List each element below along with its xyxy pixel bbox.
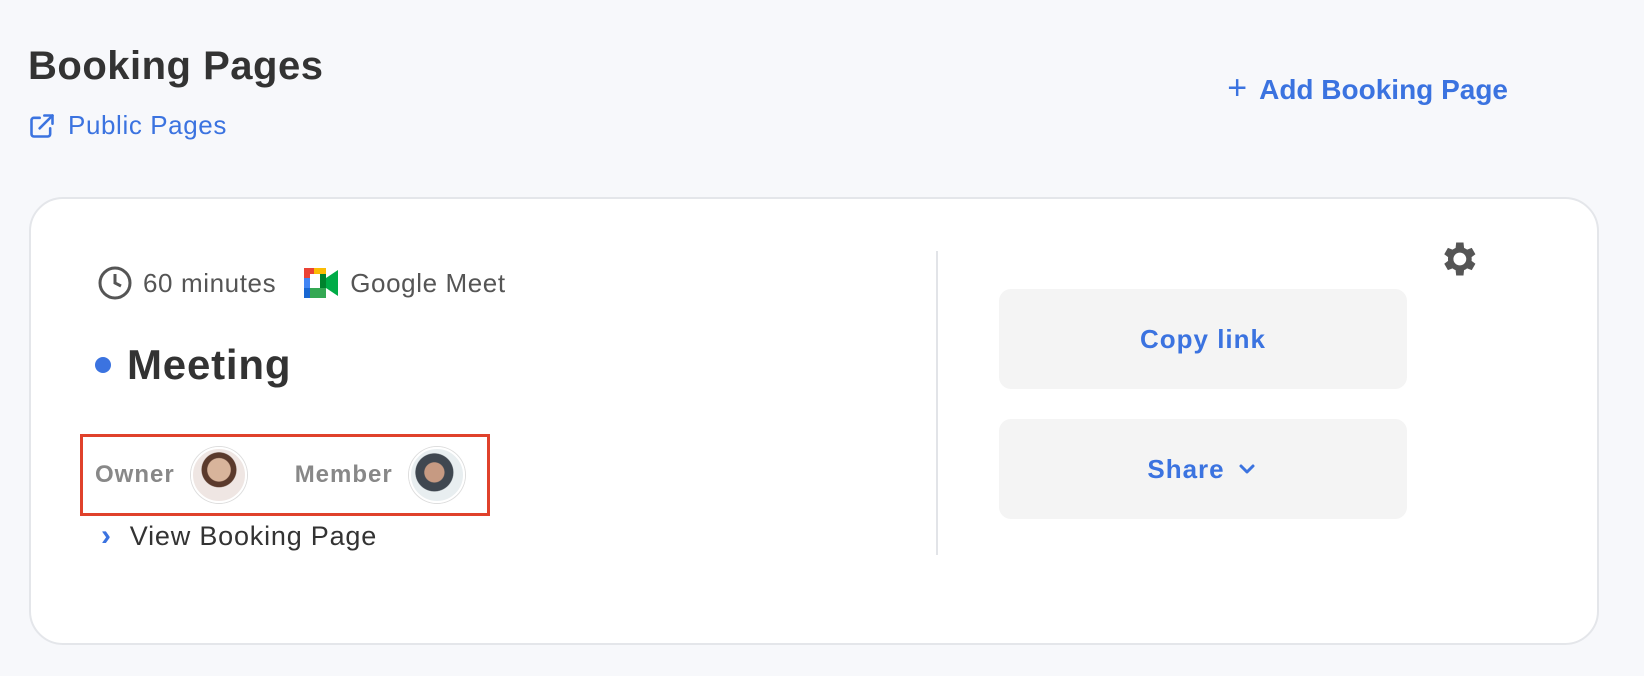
duration-text: 60 minutes (143, 267, 277, 298)
add-booking-page-button[interactable]: + Add Booking Page (1227, 69, 1508, 107)
meeting-title-row: Meeting (95, 341, 291, 389)
member-label: Member (294, 461, 393, 488)
view-booking-page-link[interactable]: › View Booking Page (101, 519, 377, 553)
participants-row: Owner Member (80, 434, 490, 516)
meeting-title: Meeting (127, 341, 292, 388)
member-avatar[interactable] (408, 447, 465, 503)
card-divider (936, 251, 938, 555)
chevron-right-icon: › (101, 519, 112, 552)
add-booking-page-label: Add Booking Page (1259, 74, 1508, 105)
public-pages-link[interactable]: Public Pages (28, 110, 227, 141)
booking-page-card: 60 minutes Google Meet Meeting Owner Mem… (29, 197, 1599, 645)
share-button[interactable]: Share (999, 419, 1407, 519)
conferencing-text: Google Meet (350, 267, 506, 298)
owner-label: Owner (95, 461, 175, 488)
gear-icon[interactable] (1436, 237, 1480, 281)
google-meet-icon (304, 268, 339, 298)
page-title: Booking Pages (28, 44, 324, 88)
owner-avatar[interactable] (190, 447, 247, 503)
public-pages-label: Public Pages (68, 110, 227, 140)
view-booking-page-label: View Booking Page (129, 520, 378, 551)
meeting-meta: 60 minutes Google Meet (97, 265, 506, 301)
copy-link-label: Copy link (1139, 323, 1266, 354)
clock-icon (98, 266, 132, 300)
external-link-icon (30, 113, 54, 138)
share-label: Share (1147, 453, 1225, 484)
chevron-down-icon (1239, 464, 1255, 474)
plus-icon: + (1227, 69, 1248, 107)
copy-link-button[interactable]: Copy link (999, 289, 1407, 389)
color-dot (95, 357, 111, 373)
